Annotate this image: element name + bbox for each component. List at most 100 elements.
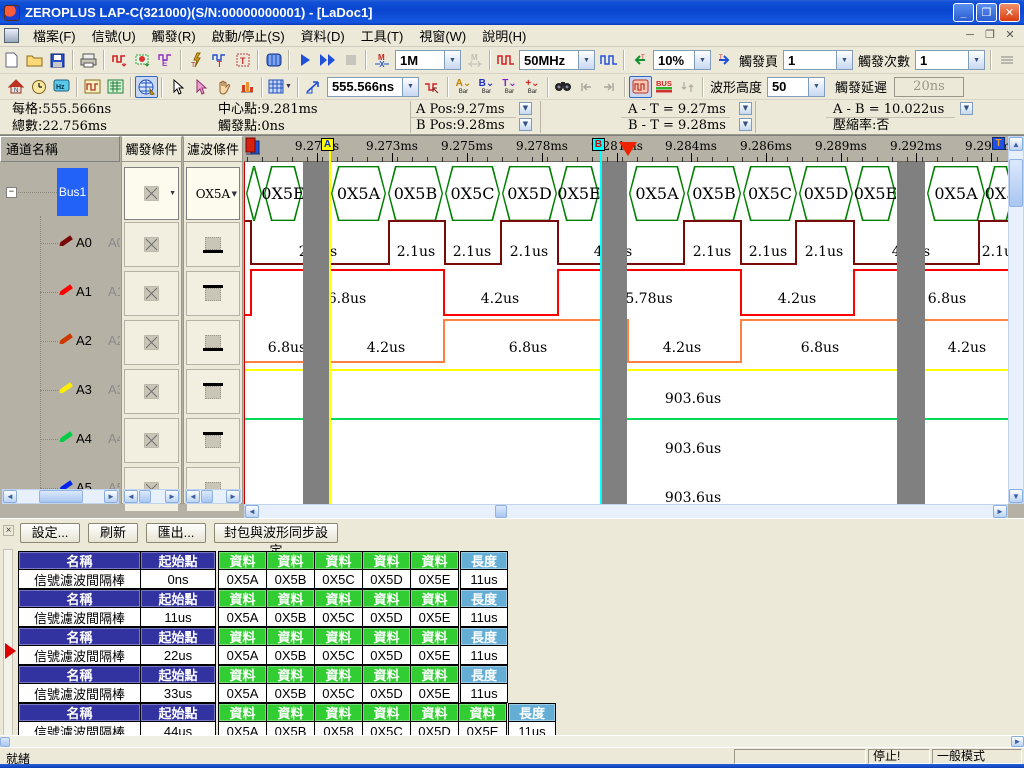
bus-filter-cell[interactable]: OX5A▼: [186, 167, 240, 220]
scroll-right-icon[interactable]: ►: [1011, 736, 1024, 747]
run-button[interactable]: [293, 49, 316, 71]
new-file-button[interactable]: [0, 49, 23, 71]
scroll-left-icon[interactable]: ◄: [245, 505, 259, 518]
select-cursor-button[interactable]: [166, 76, 189, 98]
bus-segment[interactable]: 0X5E: [264, 166, 302, 221]
channel-name[interactable]: A0: [76, 235, 92, 250]
bus-segment[interactable]: 0X5E: [855, 166, 896, 221]
trigger-pos-left-button[interactable]: T: [628, 49, 651, 71]
b-marker-flag[interactable]: B: [592, 138, 605, 151]
menu-item-signal[interactable]: 信號(U): [84, 24, 144, 47]
find-button[interactable]: [552, 76, 575, 98]
chevron-down-icon[interactable]: ▼: [836, 51, 852, 69]
b-bar-button[interactable]: B⌄Bar: [475, 76, 498, 98]
channel-name[interactable]: A2: [76, 333, 92, 348]
channel-name[interactable]: A1: [76, 284, 92, 299]
zoom-fit-button[interactable]: [302, 76, 325, 98]
bus-segment[interactable]: 0X5C: [743, 166, 797, 221]
wave-height-combo[interactable]: 50 ▼: [767, 77, 825, 97]
chevron-down-icon[interactable]: ▼: [968, 51, 984, 69]
bus-segment[interactable]: 0X5D: [502, 166, 557, 221]
document-icon[interactable]: [4, 28, 19, 43]
home-button[interactable]: N: [4, 76, 27, 98]
menu-item-help[interactable]: 說明(H): [474, 24, 534, 47]
chevron-down-icon[interactable]: ▼: [694, 51, 710, 69]
trigger-delay-field[interactable]: 20ns: [894, 77, 964, 97]
tree-expander[interactable]: −: [6, 187, 17, 198]
filter-cell-A4[interactable]: [186, 418, 240, 463]
save-file-button[interactable]: [46, 49, 69, 71]
a-bar-line[interactable]: [329, 151, 331, 504]
scrollbar-thumb[interactable]: [1009, 159, 1023, 207]
bus-segment[interactable]: 0X5A: [927, 166, 985, 221]
bus-segment[interactable]: 0X5C: [445, 166, 500, 221]
trigger-cell-A3[interactable]: [124, 369, 179, 414]
bus-segment[interactable]: 0X5D: [799, 166, 853, 221]
b-pos-dropdown[interactable]: ▼: [519, 118, 532, 131]
scroll-right-icon[interactable]: ►: [993, 505, 1007, 518]
bus-segment[interactable]: 0X5B: [687, 166, 741, 221]
sample-rate-combo[interactable]: 50MHz ▼: [519, 50, 595, 70]
b-minus-t-dropdown[interactable]: ▼: [739, 118, 752, 131]
scroll-right-icon[interactable]: ►: [226, 490, 240, 503]
stop-button[interactable]: [339, 49, 362, 71]
print-button[interactable]: [77, 49, 100, 71]
bus-segment[interactable]: [246, 166, 262, 221]
data-list-window-button[interactable]: [104, 76, 127, 98]
memory-expand-icon[interactable]: M: [463, 49, 486, 71]
trigger-cell-A2[interactable]: [124, 320, 179, 365]
a-bar-button[interactable]: A⌄Bar: [452, 76, 475, 98]
filter-col-scrollbar[interactable]: ◄ ►: [185, 489, 241, 504]
b-bar-line[interactable]: [600, 151, 602, 504]
bus-segment[interactable]: 0X5A: [629, 166, 685, 221]
packet-row-group[interactable]: 名稱起始點信號濾波間隔棒22us資料0X5A資料0X5B資料0X5C資料0X5D…: [0, 627, 1024, 665]
trigger-box-button[interactable]: T: [231, 49, 254, 71]
trigger-count-combo[interactable]: 1 ▼: [915, 50, 985, 70]
menu-item-run-stop[interactable]: 啟動/停止(S): [204, 24, 293, 47]
filter-cell-A1[interactable]: [186, 271, 240, 316]
t-bar-button[interactable]: T⌄Bar: [498, 76, 521, 98]
waveform-area[interactable]: 9.27ms9.273ms9.275ms9.278ms9.281ms9.284m…: [244, 136, 1008, 519]
waveform-window-button[interactable]: [81, 76, 104, 98]
open-file-button[interactable]: [23, 49, 46, 71]
navigator-button[interactable]: [135, 76, 158, 98]
scroll-up-icon[interactable]: ▲: [1009, 137, 1023, 151]
a-minus-b-dropdown[interactable]: ▼: [960, 102, 973, 115]
scroll-right-icon[interactable]: ►: [104, 490, 118, 503]
bus-segment[interactable]: 0X5B: [388, 166, 443, 221]
hand-pan-button[interactable]: [212, 76, 235, 98]
bus-name-cell[interactable]: Bus1: [57, 168, 88, 216]
bus-trigger-cell[interactable]: ▼: [124, 167, 179, 220]
chevron-down-icon[interactable]: ▼: [444, 51, 460, 69]
mdi-restore-icon[interactable]: ❐: [982, 29, 998, 43]
a-pos-dropdown[interactable]: ▼: [519, 102, 532, 115]
chevron-down-icon[interactable]: ▼: [232, 190, 237, 198]
waveform-h-scrollbar[interactable]: ◄ ►: [244, 504, 1008, 519]
trigger-cell-A0[interactable]: [124, 222, 179, 267]
filter-cell-A3[interactable]: [186, 369, 240, 414]
add-bar-button[interactable]: +⌄Bar: [521, 76, 544, 98]
trigger-wave-button[interactable]: T: [208, 49, 231, 71]
chevron-down-icon[interactable]: ▼: [808, 78, 824, 96]
filter-cell-A2[interactable]: [186, 320, 240, 365]
module-button[interactable]: [262, 49, 285, 71]
stack-panel2-icon[interactable]: [1018, 49, 1024, 71]
menu-item-tools[interactable]: 工具(T): [353, 24, 412, 47]
grid-display-button[interactable]: ▼: [266, 76, 294, 98]
scroll-left-icon[interactable]: ◄: [3, 490, 17, 503]
waveform-edit-button[interactable]: [108, 49, 131, 71]
bus-segment[interactable]: 0X5E: [559, 166, 599, 221]
waveform-v-scrollbar[interactable]: ▲ ▼: [1008, 136, 1024, 504]
trigger-page-combo[interactable]: 1 ▼: [783, 50, 853, 70]
clock-button[interactable]: [27, 76, 50, 98]
chevron-down-icon[interactable]: ▼: [285, 83, 292, 90]
packet-row-group[interactable]: 名稱起始點信號濾波間隔棒0ns資料0X5A資料0X5B資料0X5C資料0X5D資…: [0, 551, 1024, 589]
sync-button[interactable]: [676, 76, 699, 98]
prev-transition-button[interactable]: [575, 76, 598, 98]
trigger-cell-A4[interactable]: [124, 418, 179, 463]
bus-segment[interactable]: 0X5A: [331, 166, 386, 221]
trigger-col-scrollbar[interactable]: ◄ ►: [123, 489, 180, 504]
stack-panel-icon[interactable]: [995, 49, 1018, 71]
trigger-position-combo[interactable]: 10% ▼: [653, 50, 711, 70]
measure-chart-button[interactable]: [235, 76, 258, 98]
